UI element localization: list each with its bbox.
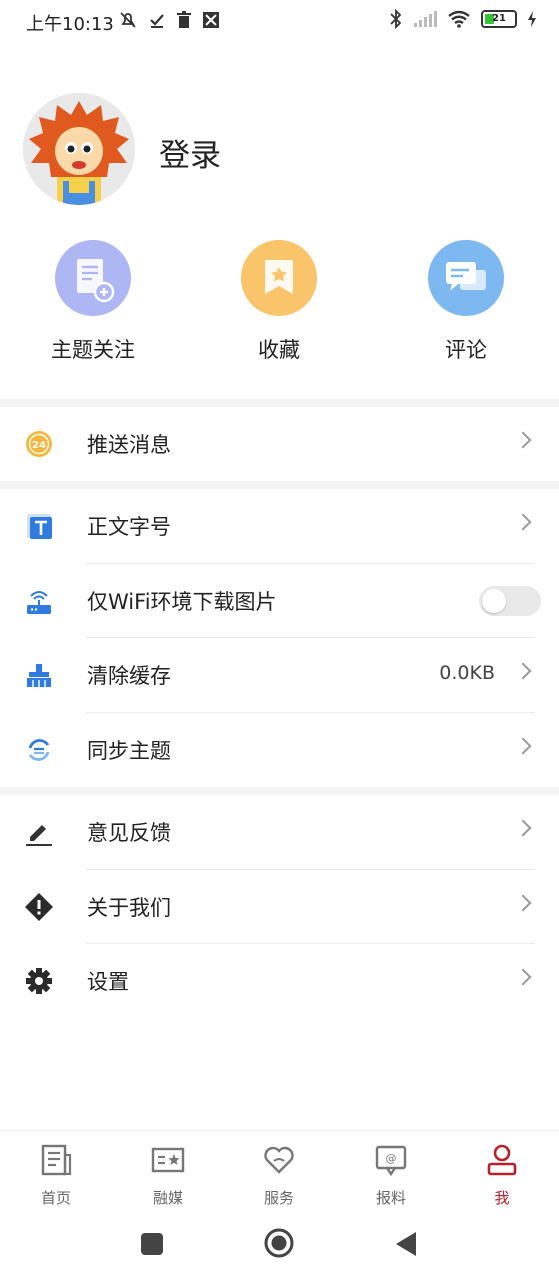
chevron-right-icon: [514, 513, 532, 531]
menu-item-push-label: 推送消息: [87, 433, 171, 457]
tab-me-label: 我: [494, 1189, 510, 1207]
chevron-right-icon: [514, 662, 532, 680]
tab-me[interactable]: 我: [462, 1143, 542, 1208]
svg-text:24: 24: [32, 440, 46, 451]
bookmark-icon: [265, 260, 293, 294]
gear-icon: [26, 968, 52, 994]
chevron-right-icon: [514, 819, 532, 837]
quick-action-follow[interactable]: [55, 240, 131, 316]
mascot-avatar-icon: [23, 93, 135, 205]
tab-services-label: 服务: [263, 1189, 294, 1207]
tab-report[interactable]: @ 报料: [351, 1143, 431, 1208]
chevron-right-icon: [514, 737, 532, 755]
section-separator: [0, 481, 559, 489]
chevron-right-icon: [514, 894, 532, 912]
battery-level: 21: [492, 13, 506, 24]
cache-size-value: 0.0KB: [439, 662, 495, 684]
news-icon: [41, 1144, 72, 1176]
app-badge-icon: [203, 12, 219, 28]
quick-action-comments[interactable]: [428, 240, 504, 316]
menu-item-wifi-images[interactable]: 仅WiFi环境下载图片: [0, 564, 559, 638]
signal-icon: [414, 11, 437, 27]
menu-item-feedback-label: 意见反馈: [87, 821, 171, 845]
chevron-right-icon: [514, 968, 532, 986]
back-triangle-icon[interactable]: [394, 1230, 418, 1258]
menu-item-clear-cache[interactable]: 清除缓存 0.0KB: [0, 638, 559, 712]
tab-report-label: 报料: [375, 1189, 406, 1207]
heart-hands-icon: [264, 1146, 294, 1174]
tab-home[interactable]: 首页: [16, 1143, 96, 1208]
chat-icon: [446, 262, 486, 291]
home-circle-icon[interactable]: [263, 1227, 295, 1259]
info-diamond-icon: [25, 893, 53, 921]
battery-icon: 21: [481, 10, 517, 28]
svg-text:@: @: [386, 1152, 397, 1165]
status-bar: 上午10:13 21: [0, 0, 559, 44]
router-icon: [27, 591, 51, 614]
menu-item-wifi-images-label: 仅WiFi环境下载图片: [87, 590, 277, 614]
wifi-icon: [448, 10, 470, 28]
menu-item-font-size[interactable]: 正文字号: [0, 489, 559, 563]
brush-icon: [27, 664, 51, 687]
mute-bell-icon: [120, 12, 136, 28]
menu-item-settings-label: 设置: [87, 970, 129, 994]
media-card-icon: [151, 1147, 185, 1173]
quick-action-follow-label: 主题关注: [51, 338, 135, 362]
status-system-icons: 21: [389, 8, 537, 30]
wifi-images-toggle[interactable]: [479, 586, 541, 616]
24h-icon: 24: [26, 431, 52, 457]
pencil-icon: [26, 825, 52, 846]
person-icon: [487, 1144, 517, 1176]
login-label[interactable]: 登录: [159, 130, 221, 175]
recent-apps-icon[interactable]: [140, 1232, 164, 1256]
toggle-knob: [482, 589, 506, 613]
bottom-tab-bar: 首页 融媒 服务 @ 报料 我: [0, 1130, 559, 1211]
menu-item-feedback[interactable]: 意见反馈: [0, 795, 559, 869]
quick-action-favorites[interactable]: [241, 240, 317, 316]
quick-action-comments-label: 评论: [445, 338, 487, 362]
bluetooth-icon: [390, 8, 402, 30]
chevron-right-icon: [514, 431, 532, 449]
menu-item-push[interactable]: 24 推送消息: [0, 407, 559, 481]
tab-home-label: 首页: [40, 1189, 71, 1207]
trash-icon: [177, 11, 191, 28]
tab-services[interactable]: 服务: [239, 1143, 319, 1208]
status-time: 上午10:13: [26, 14, 114, 35]
tab-media-label: 融媒: [152, 1189, 183, 1207]
quick-action-favorites-label: 收藏: [258, 338, 300, 362]
menu-item-sync-theme-label: 同步主题: [87, 739, 171, 763]
section-separator: [0, 399, 559, 407]
section-separator: [0, 787, 559, 795]
check-icon: [150, 14, 164, 28]
system-nav-bar: [0, 1210, 559, 1280]
document-add-icon: [77, 259, 115, 303]
menu-item-sync-theme[interactable]: 同步主题: [0, 713, 559, 787]
menu-item-about[interactable]: 关于我们: [0, 870, 559, 944]
text-size-icon: [27, 514, 52, 539]
report-bubble-icon: @: [375, 1145, 407, 1177]
charging-bolt-icon: [528, 11, 536, 27]
avatar[interactable]: [23, 93, 135, 205]
menu-item-settings[interactable]: 设置: [0, 944, 559, 1018]
menu-item-font-size-label: 正文字号: [87, 515, 171, 539]
tab-media[interactable]: 融媒: [128, 1143, 208, 1208]
menu-item-clear-cache-label: 清除缓存: [87, 664, 171, 688]
menu-item-about-label: 关于我们: [87, 896, 171, 920]
sync-icon: [28, 739, 50, 761]
status-notification-icons: [118, 10, 220, 30]
